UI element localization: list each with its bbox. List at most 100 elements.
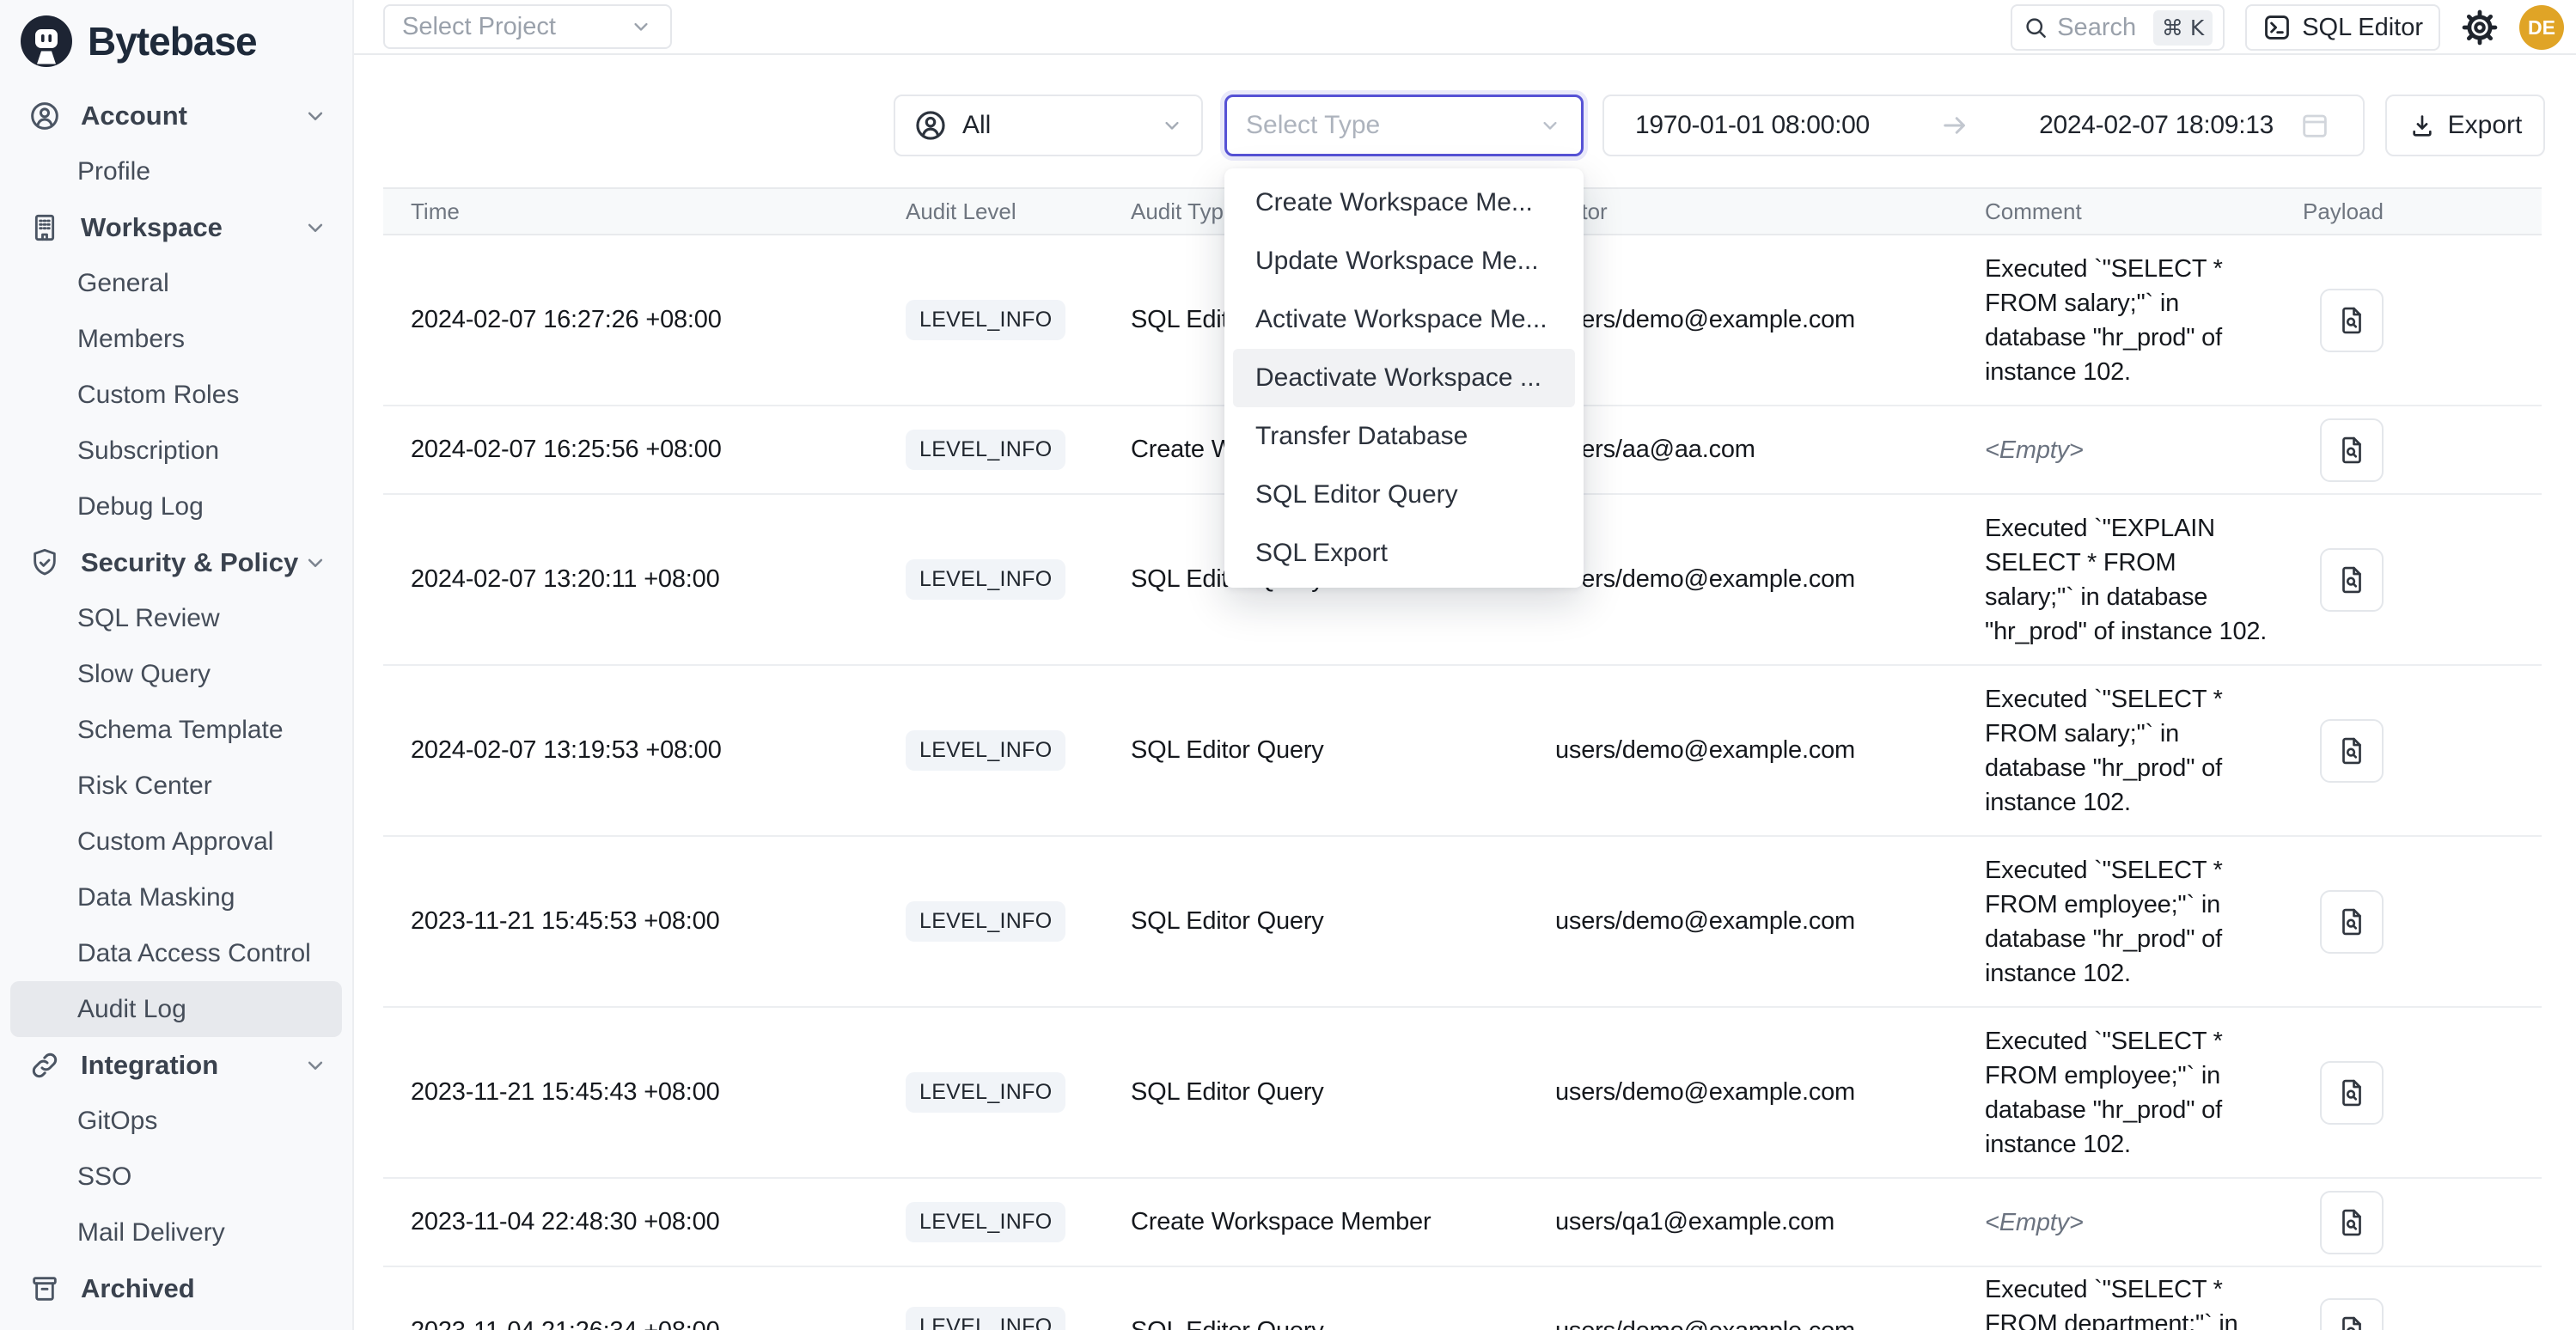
type-option-activate-workspace-me[interactable]: Activate Workspace Me...: [1224, 290, 1584, 349]
audit-level-badge: LEVEL_INFO: [906, 1072, 1065, 1113]
export-label: Export: [2448, 111, 2523, 140]
comment-text: Executed `"SELECT * FROM salary;"` in da…: [1985, 682, 2268, 820]
sidebar-nav: AccountProfile Workspace General Members Cus…: [0, 82, 352, 1316]
comment-text: Executed `"SELECT * FROM employee;"` in …: [1985, 853, 2268, 991]
archive-icon: [27, 1272, 62, 1306]
logo-row[interactable]: Bytebase: [0, 0, 352, 82]
date-range-end: 2024-02-07 18:09:13: [2039, 111, 2274, 140]
type-filter-select[interactable]: Select Type: [1224, 95, 1584, 156]
time-cell: 2023-11-21 15:45:53 +08:00: [383, 837, 894, 1006]
sidebar-item-label: Custom Roles: [77, 381, 239, 410]
sidebar-item-schema-template[interactable]: Schema Template: [10, 702, 342, 758]
time-cell: 2023-11-21 15:45:43 +08:00: [383, 1008, 894, 1177]
sidebar-item-members[interactable]: Members: [10, 311, 342, 367]
project-select-placeholder: Select Project: [402, 13, 556, 41]
sidebar-item-profile[interactable]: Profile: [10, 143, 342, 199]
type-option-deactivate-workspace[interactable]: Deactivate Workspace ...: [1233, 349, 1575, 407]
sidebar-item-gitops[interactable]: GitOps: [10, 1093, 342, 1149]
file-search-icon: [2335, 564, 2368, 596]
time-cell: 2024-02-07 13:19:53 +08:00: [383, 666, 894, 835]
type-option-update-workspace-me[interactable]: Update Workspace Me...: [1224, 232, 1584, 290]
payload-view-button[interactable]: [2320, 1298, 2384, 1330]
audit-level-cell: LEVEL_INFO: [894, 1267, 1117, 1330]
sql-editor-button[interactable]: SQL Editor: [2245, 4, 2440, 51]
audit-level-badge: LEVEL_INFO: [906, 901, 1065, 942]
sidebar-group-account[interactable]: Account: [0, 88, 352, 143]
sidebar-group-integration[interactable]: Integration: [0, 1037, 352, 1093]
payload-view-button[interactable]: [2320, 418, 2384, 482]
sidebar-item-audit-log[interactable]: Audit Log: [10, 981, 342, 1037]
export-button[interactable]: Export: [2385, 95, 2545, 156]
payload-view-button[interactable]: [2320, 1191, 2384, 1254]
type-dropdown-menu: Create Workspace Me...Update Workspace M…: [1224, 168, 1584, 588]
sidebar-group-label: Workspace: [81, 212, 223, 243]
payload-view-button[interactable]: [2320, 289, 2384, 352]
column-header-payload: Payload: [2286, 198, 2542, 225]
actor-cell: users/demo@example.com: [1547, 837, 1968, 1006]
sidebar-item-label: Risk Center: [77, 772, 212, 801]
payload-view-button[interactable]: [2320, 719, 2384, 783]
sidebar-item-label: Members: [77, 325, 185, 354]
sidebar-item-data-access-control[interactable]: Data Access Control: [10, 925, 342, 981]
table-row: 2023-11-21 15:45:43 +08:00LEVEL_INFOSQL …: [383, 1008, 2542, 1179]
search-shortcut-badge: ⌘ K: [2153, 10, 2213, 46]
time-cell: 2024-02-07 13:20:11 +08:00: [383, 495, 894, 664]
sidebar-item-custom-roles[interactable]: Custom Roles: [10, 367, 342, 423]
type-option-create-workspace-me[interactable]: Create Workspace Me...: [1224, 174, 1584, 232]
time-cell: 2024-02-07 16:27:26 +08:00: [383, 235, 894, 405]
calendar-icon: [2298, 108, 2332, 143]
sidebar-item-slow-query[interactable]: Slow Query: [10, 646, 342, 702]
sidebar-item-sso[interactable]: SSO: [10, 1149, 342, 1205]
table-row: 2023-11-04 21:26:34 +08:00LEVEL_INFOSQL …: [383, 1267, 2542, 1330]
audit-level-cell: LEVEL_INFO: [894, 235, 1117, 405]
sidebar-item-data-masking[interactable]: Data Masking: [10, 869, 342, 925]
audit-level-badge: LEVEL_INFO: [906, 559, 1065, 600]
audit-level-cell: LEVEL_INFO: [894, 666, 1117, 835]
file-search-icon: [2335, 906, 2368, 938]
payload-view-button[interactable]: [2320, 548, 2384, 612]
sidebar-item-label: Slow Query: [77, 660, 211, 689]
type-option-sql-editor-query[interactable]: SQL Editor Query: [1224, 466, 1584, 524]
actor-filter-select[interactable]: All: [894, 95, 1203, 156]
comment-empty-placeholder: <Empty>: [1985, 433, 2084, 467]
project-select[interactable]: Select Project: [383, 4, 672, 49]
sidebar-item-label: Data Masking: [77, 883, 235, 912]
audit-level-badge: LEVEL_INFO: [906, 730, 1065, 771]
sidebar-item-subscription[interactable]: Subscription: [10, 423, 342, 479]
avatar[interactable]: DE: [2519, 5, 2564, 50]
file-search-icon: [2335, 1206, 2368, 1239]
search-input[interactable]: Search ⌘ K: [2011, 4, 2225, 51]
audit-level-badge: LEVEL_INFO: [906, 1202, 1065, 1242]
type-filter-placeholder: Select Type: [1246, 111, 1380, 140]
sidebar-item-general[interactable]: General: [10, 255, 342, 311]
actor-cell: users/demo@example.com: [1547, 1008, 1968, 1177]
building-icon: [27, 210, 62, 245]
payload-view-button[interactable]: [2320, 1061, 2384, 1125]
shield-check-icon: [27, 546, 62, 580]
actor-cell: users/demo@example.com: [1547, 235, 1968, 405]
actor-cell: users/demo@example.com: [1547, 495, 1968, 664]
type-option-transfer-database[interactable]: Transfer Database: [1224, 407, 1584, 466]
sidebar-item-label: Debug Log: [77, 492, 204, 522]
sidebar-item-risk-center[interactable]: Risk Center: [10, 758, 342, 814]
column-header-comment: Comment: [1968, 198, 2286, 225]
payload-cell: [2286, 1267, 2542, 1330]
sidebar-item-label: Audit Log: [77, 995, 186, 1024]
date-range-picker[interactable]: 1970-01-01 08:00:00 2024-02-07 18:09:13: [1602, 95, 2365, 156]
search-icon: [2023, 15, 2048, 40]
sidebar-item-debug-log[interactable]: Debug Log: [10, 479, 342, 534]
sidebar-item-mail-delivery[interactable]: Mail Delivery: [10, 1205, 342, 1260]
sidebar-group-archived[interactable]: Archived: [0, 1260, 352, 1316]
audit-level-cell: LEVEL_INFO: [894, 1179, 1117, 1266]
sidebar-item-sql-review[interactable]: SQL Review: [10, 590, 342, 646]
sidebar-group-workspace[interactable]: Workspace: [0, 199, 352, 255]
gear-icon[interactable]: [2461, 9, 2499, 46]
sidebar-group-security-policy[interactable]: Security & Policy: [0, 534, 352, 590]
column-header-time: Time: [383, 198, 894, 225]
comment-cell: Executed `"SELECT * FROM employee;"` in …: [1968, 837, 2286, 1006]
type-option-sql-export[interactable]: SQL Export: [1224, 524, 1584, 583]
time-cell: 2023-11-04 22:48:30 +08:00: [383, 1179, 894, 1266]
comment-text: Executed `"SELECT * FROM salary;"` in da…: [1985, 252, 2268, 389]
payload-view-button[interactable]: [2320, 890, 2384, 954]
sidebar-item-custom-approval[interactable]: Custom Approval: [10, 814, 342, 869]
